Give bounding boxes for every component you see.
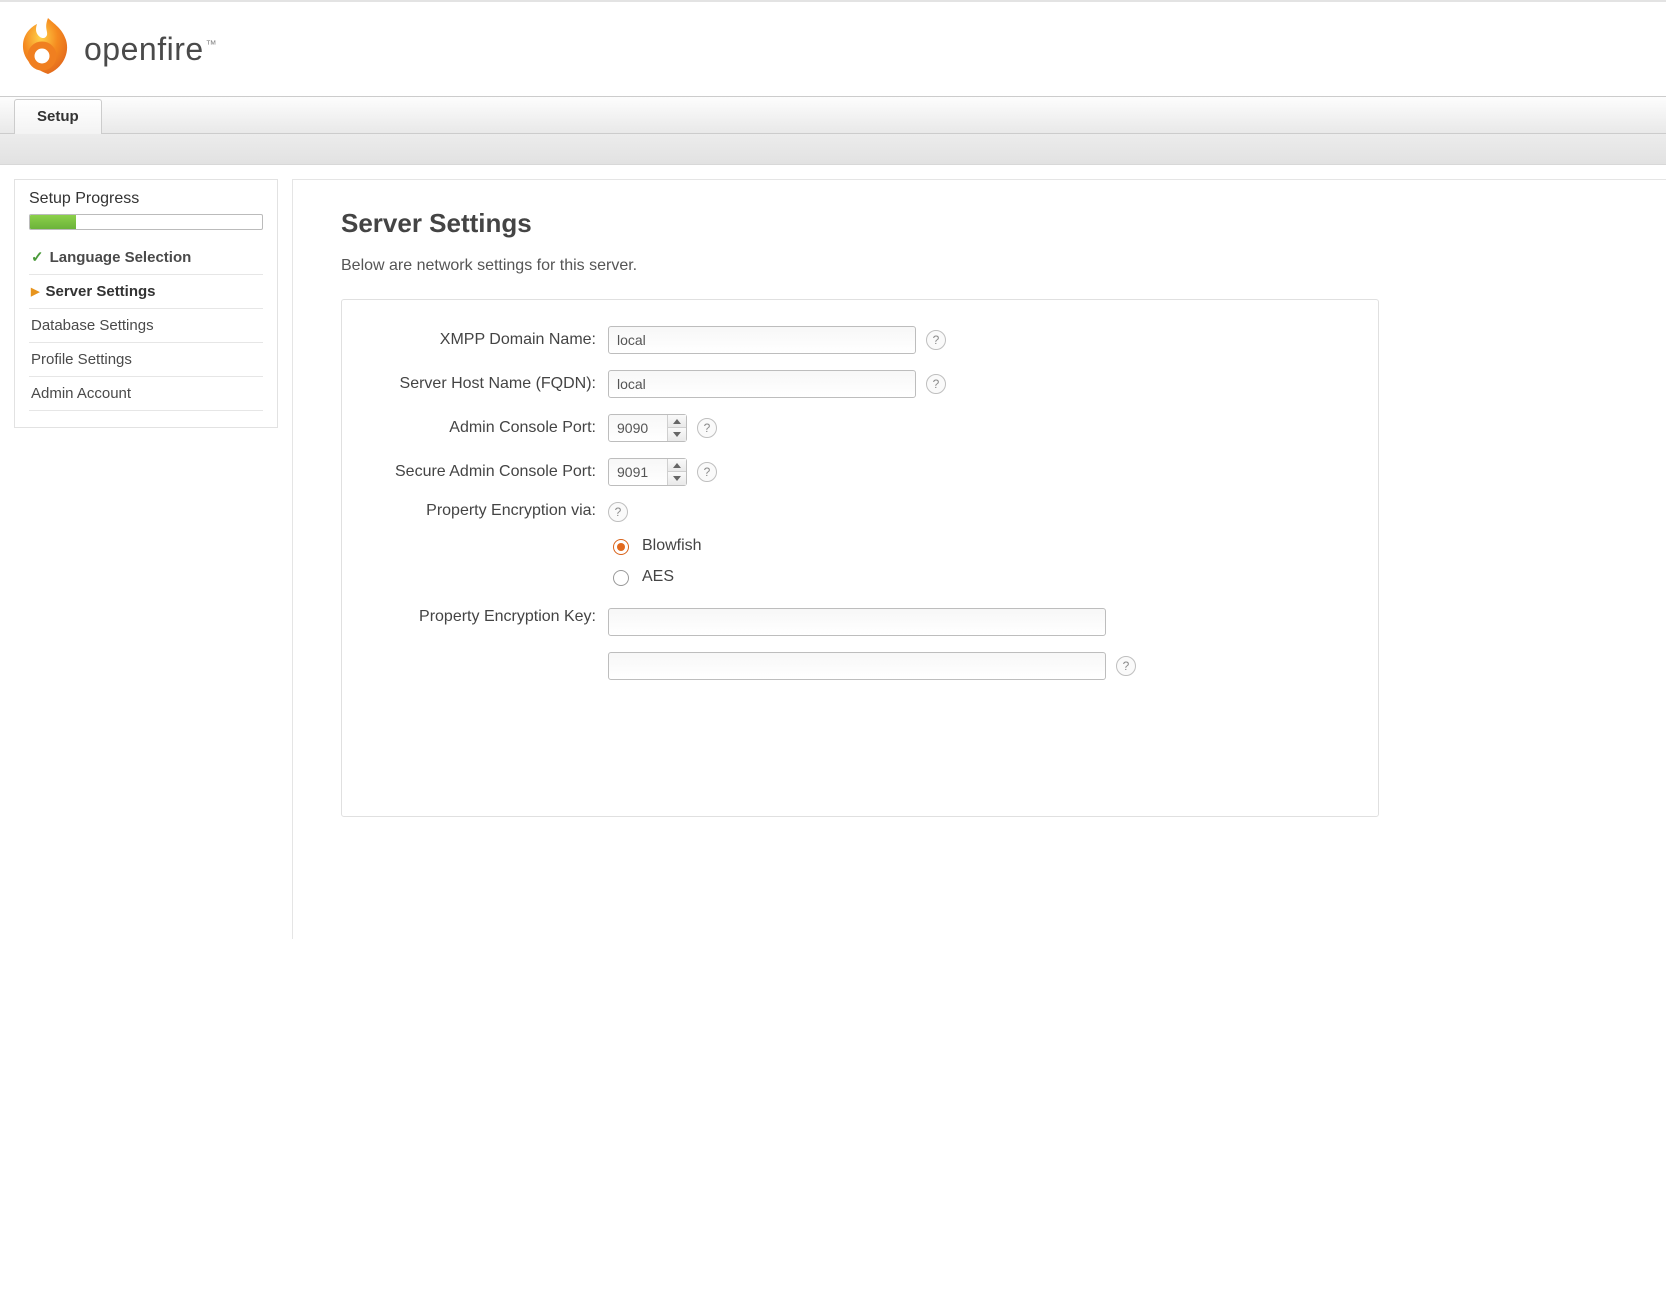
admin-port-down[interactable]: [668, 428, 686, 441]
sidebar-step[interactable]: ▶ Server Settings: [29, 275, 263, 309]
sub-bar: [0, 134, 1666, 165]
page-title: Server Settings: [341, 208, 1666, 239]
chevron-up-icon: [673, 419, 681, 424]
radio-blowfish-input[interactable]: [613, 539, 629, 555]
sidebar-step-label: Profile Settings: [31, 351, 132, 368]
radio-aes[interactable]: AES: [608, 567, 702, 586]
help-icon[interactable]: ?: [926, 330, 946, 350]
help-icon[interactable]: ?: [697, 418, 717, 438]
radio-aes-input[interactable]: [613, 570, 629, 586]
label-encryption-via: Property Encryption via:: [370, 502, 608, 520]
sidebar-title: Setup Progress: [15, 190, 277, 214]
label-admin-port: Admin Console Port:: [370, 419, 608, 437]
progress-bar: [29, 214, 263, 230]
hostname-input[interactable]: [608, 370, 916, 398]
logo: openfire™: [18, 16, 217, 82]
label-domain: XMPP Domain Name:: [370, 331, 608, 349]
sidebar-step-label: Language Selection: [50, 249, 192, 266]
help-icon[interactable]: ?: [926, 374, 946, 394]
help-icon[interactable]: ?: [1116, 656, 1136, 676]
form-panel: XMPP Domain Name: ? Server Host Name (FQ…: [341, 299, 1379, 817]
page-lead: Below are network settings for this serv…: [341, 257, 1666, 275]
radio-blowfish-label[interactable]: Blowfish: [642, 537, 702, 555]
chevron-down-icon: [673, 432, 681, 437]
content: Server Settings Below are network settin…: [292, 179, 1666, 939]
secure-port-stepper[interactable]: [608, 458, 687, 486]
radio-aes-label[interactable]: AES: [642, 568, 674, 586]
encryption-key-input-2[interactable]: [608, 652, 1106, 680]
sidebar: Setup Progress ✓ Language Selection ▶ Serve…: [14, 179, 278, 428]
secure-port-down[interactable]: [668, 472, 686, 485]
brand-name-text: openfire: [84, 31, 204, 67]
brand-tm: ™: [206, 39, 218, 51]
secure-port-input[interactable]: [609, 459, 667, 485]
secure-port-up[interactable]: [668, 459, 686, 472]
encryption-key-input-1[interactable]: [608, 608, 1106, 636]
chevron-down-icon: [673, 476, 681, 481]
radio-blowfish[interactable]: Blowfish: [608, 536, 702, 555]
admin-port-up[interactable]: [668, 415, 686, 428]
label-hostname: Server Host Name (FQDN):: [370, 375, 608, 393]
sidebar-step-label: Server Settings: [45, 283, 155, 300]
admin-port-input[interactable]: [609, 415, 667, 441]
arrow-icon: ▶: [31, 285, 39, 298]
help-icon[interactable]: ?: [608, 502, 628, 522]
brand-name: openfire™: [84, 31, 217, 68]
chevron-up-icon: [673, 463, 681, 468]
sidebar-step[interactable]: Profile Settings: [29, 343, 263, 377]
tab-bar: Setup: [0, 96, 1666, 134]
sidebar-step[interactable]: Database Settings: [29, 309, 263, 343]
xmpp-domain-input[interactable]: [608, 326, 916, 354]
sidebar-step[interactable]: Admin Account: [29, 377, 263, 411]
admin-port-stepper[interactable]: [608, 414, 687, 442]
sidebar-step-label: Database Settings: [31, 317, 154, 334]
progress-fill: [30, 215, 76, 229]
help-icon[interactable]: ?: [697, 462, 717, 482]
label-encryption-key: Property Encryption Key:: [370, 608, 608, 626]
label-secure-port: Secure Admin Console Port:: [370, 463, 608, 481]
flame-icon: [18, 16, 74, 82]
header: openfire™: [0, 2, 1666, 96]
tab-setup[interactable]: Setup: [14, 99, 102, 134]
sidebar-step-list: ✓ Language Selection ▶ Server Settings Datab…: [15, 240, 277, 411]
check-icon: ✓: [31, 248, 44, 266]
sidebar-step[interactable]: ✓ Language Selection: [29, 240, 263, 275]
sidebar-step-label: Admin Account: [31, 385, 131, 402]
